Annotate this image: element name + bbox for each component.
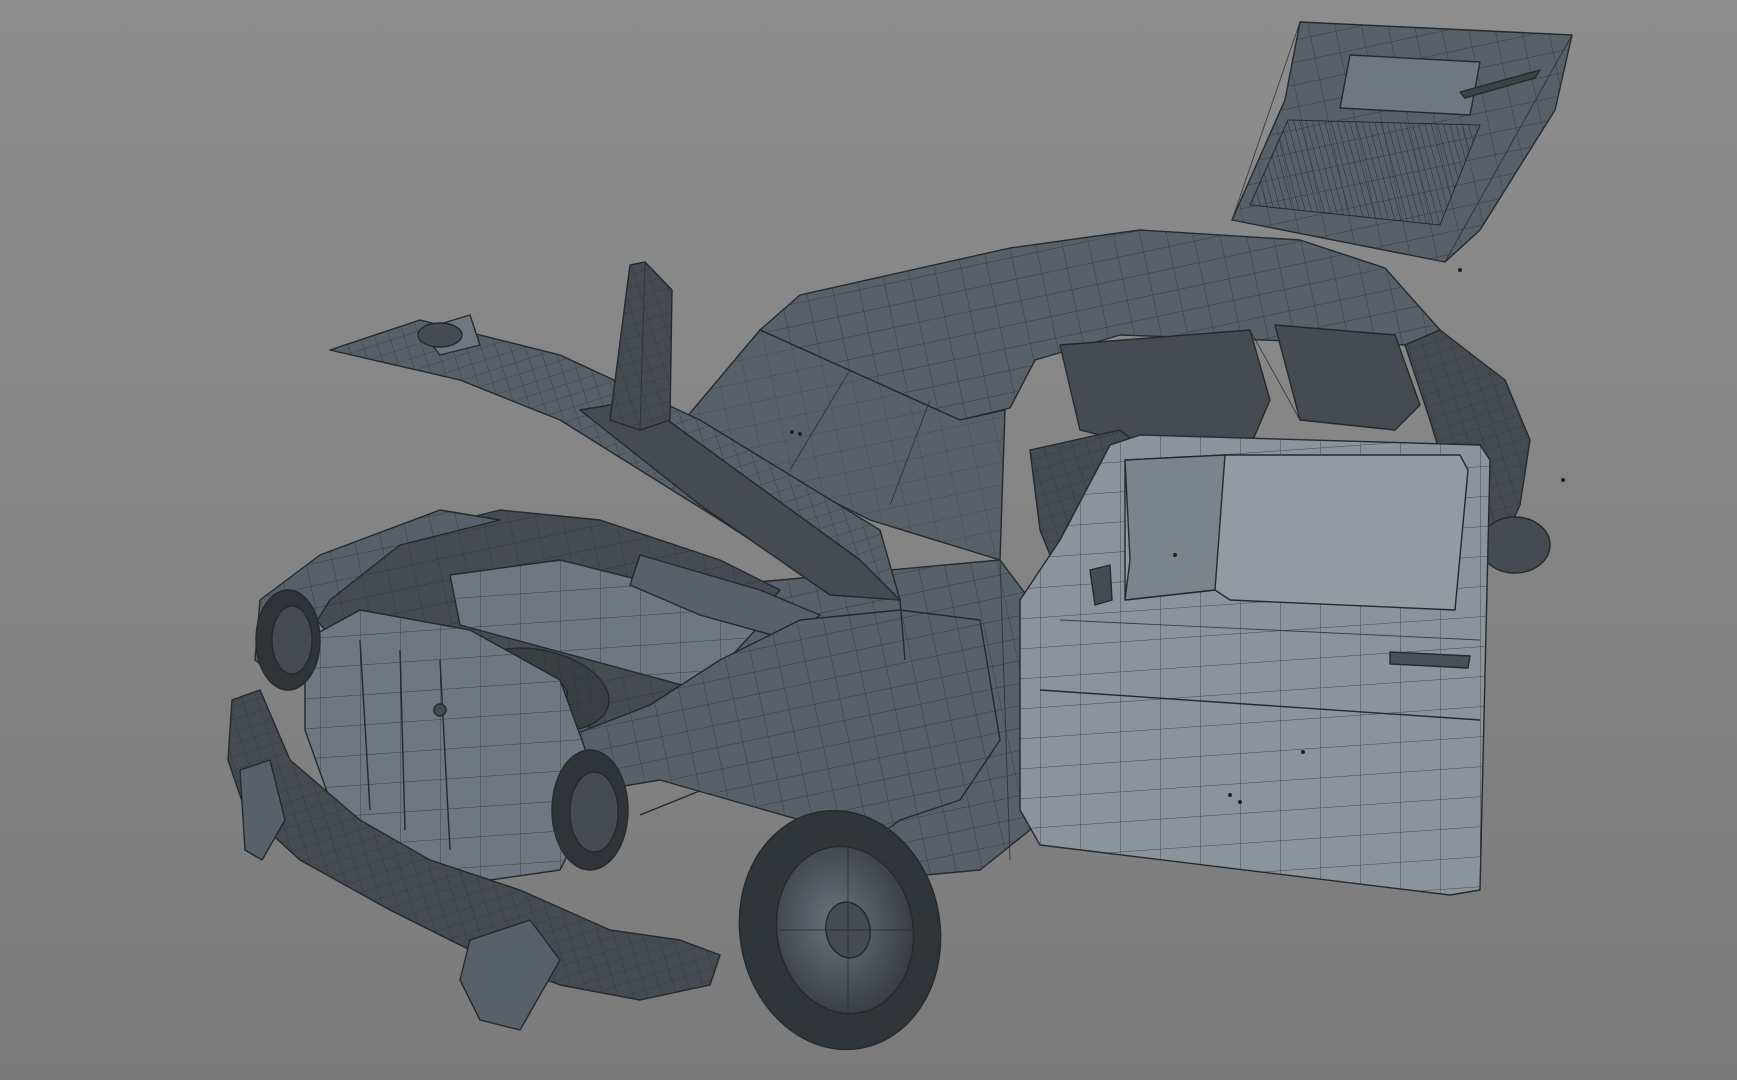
right-headlight: [551, 749, 629, 871]
left-headlight: [255, 589, 321, 691]
tailgate-open[interactable]: [1231, 21, 1573, 263]
3d-viewport[interactable]: [0, 0, 1737, 1080]
passenger-door-open[interactable]: [1019, 434, 1491, 896]
car-model[interactable]: [0, 0, 1737, 1080]
front-left-door-open[interactable]: [609, 261, 673, 431]
